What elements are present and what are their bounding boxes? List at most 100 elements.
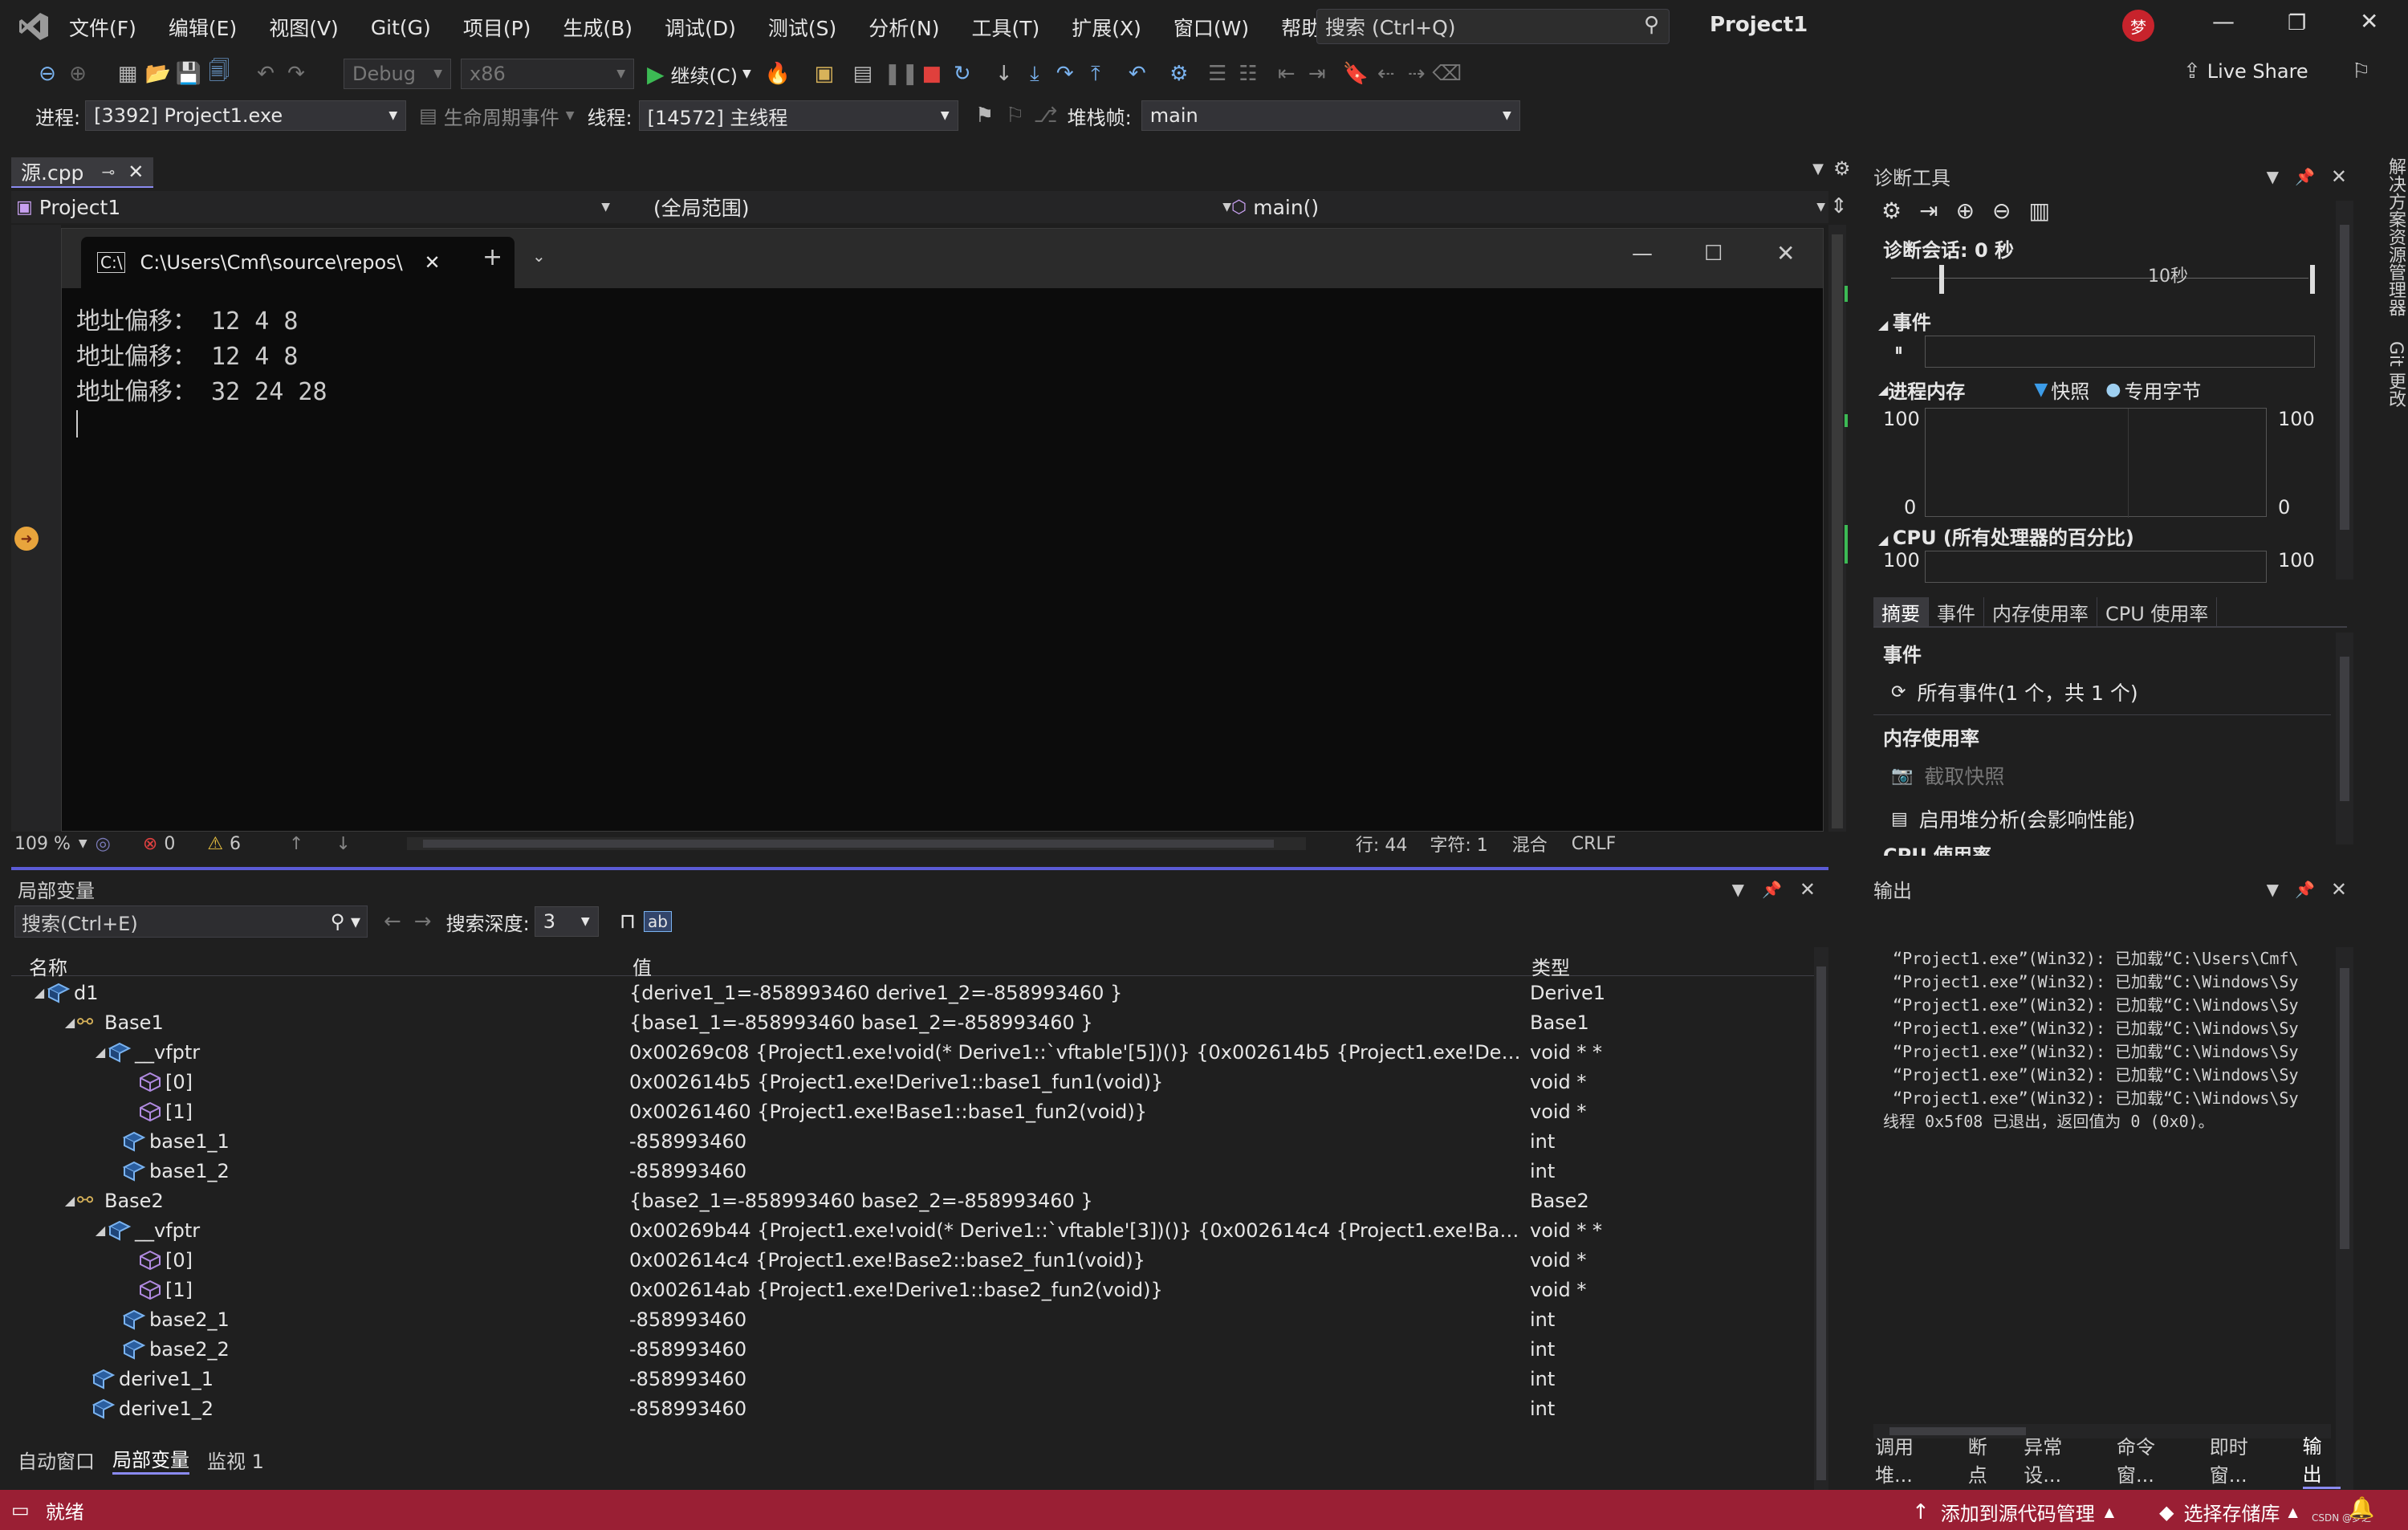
notifications-icon[interactable]: 🔔 (2349, 1496, 2374, 1520)
nav-project-select[interactable]: ▣ Project1 ▼ (16, 194, 610, 220)
show-next-statement-icon[interactable]: ↓ (989, 59, 1019, 89)
subtab-memory[interactable]: 内存使用率 (1984, 597, 2097, 626)
redo-icon[interactable]: ↷ (281, 59, 311, 89)
minimize-icon[interactable]: — (2212, 8, 2235, 35)
line-indicator[interactable]: 行: 44 (1356, 831, 1407, 857)
table-row[interactable]: base1_1 -858993460 int (11, 1126, 1828, 1156)
menu-tools[interactable]: 工具(T) (971, 13, 1039, 42)
tab-breakpoints[interactable]: 断点 (1968, 1431, 2006, 1487)
stack-frame-select[interactable]: main ▼ (1141, 100, 1520, 131)
row-value[interactable]: 0x002614c4 {Project1.exe!Base2::base2_fu… (629, 1249, 1528, 1272)
select-repository[interactable]: ◆ 选择存储库 ▲ (2159, 1498, 2298, 1526)
add-to-source-control[interactable]: ↑ 添加到源代码管理 ▲ (1912, 1498, 2114, 1526)
output-text[interactable]: “Project1.exe”(Win32): 已加载“C:\Users\Cmf\… (1883, 946, 2333, 1132)
locals-pin-icon[interactable]: 📌 (1762, 880, 1782, 899)
menu-build[interactable]: 生成(B) (563, 13, 633, 42)
close-icon[interactable]: ✕ (2360, 8, 2378, 35)
collapse-icon[interactable]: ◢ (63, 1015, 77, 1030)
error-count[interactable]: 0 (164, 834, 175, 854)
menu-edit[interactable]: 编辑(E) (169, 13, 237, 42)
menu-analyze[interactable]: 分析(N) (868, 13, 939, 42)
collapse-icon[interactable]: ◢ (93, 1044, 108, 1060)
nav-scope-select[interactable]: (全局范围) ▼ (637, 194, 1231, 220)
column-name-header[interactable]: 名称 (29, 952, 67, 980)
table-row[interactable]: [1] 0x002614ab {Project1.exe!Derive1::ba… (11, 1275, 1828, 1304)
memory-section[interactable]: ◢ 进程内存 ▼ 快照 ● 专用字节 (1878, 376, 2201, 404)
take-snapshot-button[interactable]: 📷 截取快照 (1891, 761, 2004, 790)
locals-dropdown-icon[interactable]: ▼ (1732, 880, 1744, 899)
console-minimize-icon[interactable]: — (1632, 242, 1653, 266)
prev-bookmark-icon[interactable]: ⇠ (1371, 59, 1401, 89)
column-indicator[interactable]: 字符: 1 (1430, 831, 1487, 857)
menu-git[interactable]: Git(G) (371, 16, 431, 39)
row-value[interactable]: 0x002614ab {Project1.exe!Derive1::base2_… (629, 1279, 1528, 1301)
output-dropdown-icon[interactable]: ▼ (2267, 880, 2279, 899)
diag-pin-icon[interactable]: 📌 (2295, 167, 2315, 186)
diag-close-icon[interactable]: ✕ (2331, 165, 2347, 188)
break-all-icon[interactable]: ❚❚ (884, 59, 919, 89)
next-bookmark-icon[interactable]: ⇢ (1401, 59, 1432, 89)
clear-bookmarks-icon[interactable]: ⌫ (1432, 59, 1462, 89)
hex-display-icon[interactable]: ab (643, 911, 672, 932)
zoom-out-icon[interactable]: ⊖ (1992, 197, 2011, 224)
tab-source-cpp[interactable]: 源.cpp ⊸ ✕ (11, 157, 154, 188)
tab-call-stack[interactable]: 调用堆... (1875, 1431, 1950, 1487)
new-project-icon[interactable]: ▦ (112, 59, 143, 89)
indent-icon[interactable]: ⇥ (1302, 59, 1332, 89)
console-tab-close-icon[interactable]: ✕ (424, 251, 440, 274)
console-tab[interactable]: C:\ C:\Users\Cmf\source\repos\P ✕ (81, 237, 515, 288)
table-row[interactable]: ◢ __vfptr 0x00269b44 {Project1.exe!void(*… (11, 1215, 1828, 1245)
search-back-icon[interactable]: ← (384, 909, 401, 934)
column-type-header[interactable]: 类型 (1531, 952, 1570, 980)
timeline-ruler[interactable]: 10秒 (1891, 262, 2315, 294)
menu-test[interactable]: 测试(S) (768, 13, 836, 42)
process-explorer-icon[interactable]: ▣ (809, 59, 840, 89)
next-issue-icon[interactable]: ↓ (336, 834, 350, 854)
console-window[interactable]: C:\ C:\Users\Cmf\source\repos\P ✕ + ⌄ — … (61, 228, 1824, 832)
row-value[interactable]: -858993460 (629, 1398, 1528, 1420)
layout-icon[interactable]: ▤ (848, 59, 878, 89)
zoom-level[interactable]: 109 % (14, 834, 71, 854)
row-value[interactable]: {base2_1=-858993460 base2_2=-858993460 } (629, 1190, 1528, 1212)
solution-explorer-tab[interactable]: 解决方案资源管理器 (2386, 157, 2406, 316)
row-value[interactable]: -858993460 (629, 1338, 1528, 1361)
tab-command-window[interactable]: 命令窗... (2117, 1431, 2192, 1487)
table-row[interactable]: ◢ ⚯ Base2 {base2_1=-858993460 base2_2=-858… (11, 1186, 1828, 1215)
zoom-in-icon[interactable]: ⊕ (1956, 197, 1975, 224)
search-depth-select[interactable]: 3 ▼ (534, 906, 599, 937)
output-vertical-scrollbar[interactable] (2336, 947, 2353, 1493)
nav-function-select[interactable]: ⬡ main() ▼ (1231, 194, 1825, 220)
menu-extensions[interactable]: 扩展(X) (1072, 13, 1141, 42)
pin-icon[interactable]: ⊸ (101, 162, 115, 181)
collapse-icon[interactable]: ◢ (32, 985, 47, 1000)
locals-scrollbar[interactable] (1814, 947, 1828, 1509)
comment-icon[interactable]: ☰ (1202, 59, 1233, 89)
configuration-select[interactable]: Debug ▼ (344, 59, 451, 89)
row-value[interactable]: 0x00269b44 {Project1.exe!void(* Derive1:… (629, 1219, 1528, 1242)
table-row[interactable]: [0] 0x002614c4 {Project1.exe!Base2::base… (11, 1245, 1828, 1275)
menu-view[interactable]: 视图(V) (269, 13, 339, 42)
diag-lower-scrollbar[interactable] (2336, 633, 2353, 844)
eol-indicator[interactable]: CRLF (1572, 834, 1617, 854)
step-over-icon[interactable]: ↷ (1050, 59, 1080, 89)
locals-search-input[interactable]: 搜索(Ctrl+E) ⚲ ▾ (14, 905, 368, 938)
memory-graph[interactable] (1925, 408, 2267, 518)
diag-dropdown-icon[interactable]: ▼ (2267, 167, 2279, 186)
feedback-icon[interactable]: ⚐ (2352, 59, 2370, 83)
lifecycle-events-label[interactable]: 生命周期事件 (444, 102, 559, 130)
tab-close-icon[interactable]: ✕ (128, 161, 144, 183)
flag-icon[interactable]: ⚑ (970, 100, 1000, 131)
thread-select[interactable]: [14572] 主线程 ▼ (638, 100, 958, 131)
outdent-icon[interactable]: ⇤ (1271, 59, 1302, 89)
diag-export-icon[interactable]: ⇥ (1919, 197, 1938, 224)
undo-icon[interactable]: ↶ (250, 59, 281, 89)
row-value[interactable]: 0x002614b5 {Project1.exe!Derive1::base1_… (629, 1071, 1528, 1093)
platform-select[interactable]: x86 ▼ (461, 59, 634, 89)
subtab-summary[interactable]: 摘要 (1873, 597, 1929, 626)
uncomment-icon[interactable]: ☷ (1233, 59, 1263, 89)
split-icon[interactable]: ⇕ (1830, 194, 1848, 218)
warning-count[interactable]: 6 (230, 834, 241, 854)
table-row[interactable]: derive1_2 -858993460 int (11, 1394, 1828, 1423)
collapse-icon[interactable]: ◢ (93, 1223, 108, 1238)
stack-icon[interactable]: ⎇ (1031, 100, 1061, 131)
